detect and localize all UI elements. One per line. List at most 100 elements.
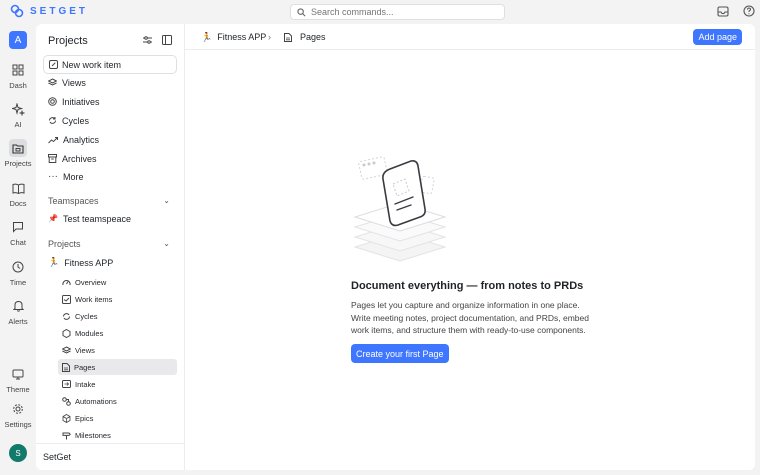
project-label: Fitness APP [64, 257, 114, 268]
user-avatar[interactable]: S [9, 444, 27, 462]
runner-icon: 🏃 [48, 257, 60, 267]
sidebar-item-views[interactable]: Views [43, 74, 177, 91]
clock-icon [9, 258, 27, 276]
rail-item-chat[interactable]: Chat [0, 218, 36, 247]
rail-label: Time [9, 278, 27, 287]
pages-empty-illustration [353, 156, 447, 262]
sidebar-item-archives[interactable]: Archives [43, 150, 177, 167]
rail-item-time[interactable]: Time [0, 258, 36, 287]
create-first-page-button[interactable]: Create your first Page [351, 344, 449, 363]
project-item-label: Automations [75, 396, 117, 406]
rail-label: AI [14, 120, 22, 129]
rail-item-settings[interactable]: Settings [0, 400, 36, 429]
logo-icon [10, 4, 24, 18]
sidebar-item-label: Analytics [63, 134, 100, 145]
sidebar-item-label: Archives [62, 153, 97, 164]
rail-label: Alerts [8, 317, 28, 326]
target-icon [48, 97, 57, 106]
dashboard-icon [9, 61, 27, 79]
project-item-views[interactable]: Views [58, 342, 177, 358]
intake-icon [62, 380, 71, 388]
rail-item-alerts[interactable]: Alerts [0, 297, 36, 326]
project-item-label: Work items [75, 294, 113, 304]
new-work-item-label: New work item [62, 59, 122, 70]
breadcrumb-pages[interactable]: Pages [284, 24, 326, 50]
page-icon [284, 32, 292, 42]
sidebar-title: Projects [48, 35, 88, 47]
teamspace-item[interactable]: 📌 Test teamspeace [43, 210, 177, 227]
project-item-label: Intake [75, 379, 96, 389]
automation-icon [62, 396, 71, 406]
rail-label: Theme [6, 385, 30, 394]
gauge-icon [62, 280, 71, 286]
sidebar-item-label: More [63, 171, 84, 182]
rail-label: Projects [4, 159, 32, 168]
rail-item-ai[interactable]: AI [0, 100, 36, 129]
teamspace-label: Test teamspeace [62, 213, 132, 224]
project-item-cycles[interactable]: Cycles [58, 308, 177, 324]
teamspaces-heading[interactable]: Teamspaces [48, 196, 99, 206]
workspace-avatar[interactable]: A [9, 31, 27, 49]
project-item-epics[interactable]: Epics [58, 410, 177, 426]
brand-name: SETGET [30, 5, 89, 17]
project-item-modules[interactable]: Modules [58, 325, 177, 341]
runner-icon: 🏃 [201, 31, 213, 42]
rail-item-docs[interactable]: Docs [0, 179, 36, 208]
empty-state-description: Pages let you capture and organize infor… [351, 300, 589, 335]
search-input[interactable] [311, 7, 491, 17]
workspace-footer[interactable]: SetGet [36, 443, 185, 470]
rail-label: Chat [10, 238, 26, 247]
collapse-sidebar-icon[interactable] [162, 34, 172, 48]
layers-icon [62, 345, 71, 354]
add-page-button[interactable]: Add page [693, 29, 742, 45]
sidebar-item-initiatives[interactable]: Initiatives [43, 93, 177, 110]
book-icon [9, 179, 27, 197]
app-logo[interactable]: SETGET [10, 4, 88, 18]
breadcrumb-project-label: Fitness APP [217, 32, 267, 42]
project-item-pages[interactable]: Pages [58, 359, 177, 375]
project-item-label: Views [75, 345, 95, 355]
sidebar-item-label: Cycles [62, 115, 90, 126]
project-item-label: Modules [75, 328, 104, 338]
inbox-icon[interactable] [716, 4, 730, 18]
trend-icon [48, 136, 58, 143]
rail-item-projects[interactable]: Projects [0, 139, 36, 168]
work-items-icon [62, 294, 71, 304]
projects-sidebar: Projects New work item Views Initiatives… [36, 24, 185, 470]
monitor-icon [9, 365, 27, 383]
project-item-overview[interactable]: Overview [58, 274, 177, 290]
chevron-down-icon[interactable]: ⌄ [163, 239, 170, 248]
projects-heading[interactable]: Projects [48, 239, 81, 249]
archive-icon [48, 154, 57, 163]
epics-icon [62, 413, 71, 423]
edit-icon [49, 60, 58, 69]
new-work-item-button[interactable]: New work item [43, 55, 177, 74]
cycle-icon [49, 117, 56, 124]
empty-state-title: Document everything — from notes to PRDs [351, 280, 584, 292]
sidebar-item-more[interactable]: ··· More [43, 168, 177, 185]
project-item-fitness-app[interactable]: 🏃 Fitness APP [43, 254, 177, 271]
search-icon [297, 7, 306, 16]
help-icon[interactable] [742, 4, 756, 18]
filter-icon[interactable] [142, 34, 153, 48]
folder-icon [9, 139, 27, 157]
sidebar-item-cycles[interactable]: Cycles [43, 112, 177, 129]
project-item-work-items[interactable]: Work items [58, 291, 177, 307]
rail-item-dash[interactable]: Dash [0, 61, 36, 90]
top-bar: SETGET [0, 0, 760, 24]
layers-icon [48, 78, 57, 86]
project-item-intake[interactable]: Intake [58, 376, 177, 392]
rail-item-theme[interactable]: Theme [0, 365, 36, 394]
breadcrumb-project[interactable]: 🏃 Fitness APP [201, 24, 266, 50]
chevron-down-icon[interactable]: ⌄ [163, 196, 170, 205]
gear-icon [9, 400, 27, 418]
breadcrumb: 🏃 Fitness APP › Pages Add page [185, 24, 755, 50]
project-item-automations[interactable]: Automations [58, 393, 177, 409]
command-search[interactable] [290, 4, 505, 20]
bell-icon [9, 297, 27, 315]
project-item-milestones[interactable]: Milestones [58, 427, 177, 443]
sidebar-item-analytics[interactable]: Analytics [43, 131, 177, 148]
milestone-icon [62, 432, 71, 439]
project-item-label: Milestones [75, 430, 111, 440]
sidebar-item-label: Initiatives [62, 96, 100, 107]
